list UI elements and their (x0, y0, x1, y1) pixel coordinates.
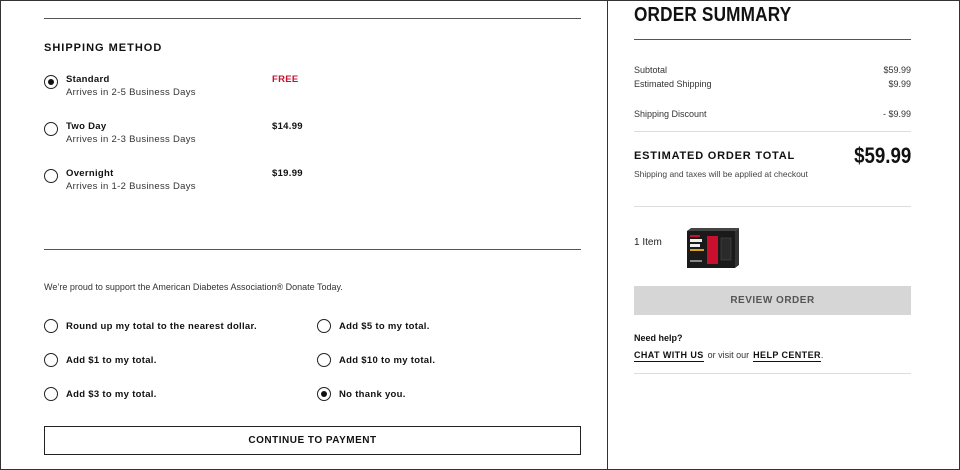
shipping-option-overnight[interactable]: Overnight Arrives in 1-2 Business Days $… (44, 168, 314, 198)
order-total-value: $59.99 (853, 143, 911, 168)
shipping-option-eta: Arrives in 2-5 Business Days (66, 87, 196, 98)
divider (634, 373, 911, 374)
divider (44, 18, 581, 19)
shipping-option-standard[interactable]: Standard Arrives in 2-5 Business Days FR… (44, 74, 314, 104)
shipping-option-name: Two Day (66, 121, 107, 132)
donation-option-label: Add $1 to my total. (66, 355, 157, 366)
order-total-note: Shipping and taxes will be applied at ch… (634, 169, 808, 179)
divider (44, 249, 581, 250)
shipping-method-title: SHIPPING METHOD (44, 42, 163, 54)
review-order-button[interactable]: REVIEW ORDER (634, 286, 911, 315)
checkout-main: SHIPPING METHOD Standard Arrives in 2-5 … (0, 0, 608, 470)
subtotal-value: $59.99 (883, 65, 911, 75)
help-trail-text: . (820, 350, 824, 360)
shipping-option-two-day[interactable]: Two Day Arrives in 2-3 Business Days $14… (44, 121, 314, 151)
shipping-option-eta: Arrives in 2-3 Business Days (66, 134, 196, 145)
order-total-label: ESTIMATED ORDER TOTAL (634, 150, 796, 162)
donation-option-label: Add $5 to my total. (339, 321, 430, 332)
radio-icon[interactable] (44, 353, 58, 367)
radio-icon[interactable] (44, 169, 58, 183)
donation-message: We’re proud to support the American Diab… (44, 282, 343, 292)
shipping-value: $9.99 (888, 79, 911, 89)
donation-option-label: No thank you. (339, 389, 406, 400)
discount-value: - $9.99 (882, 109, 911, 119)
radio-icon[interactable] (44, 75, 58, 89)
radio-icon[interactable] (317, 353, 331, 367)
donation-option-label: Add $3 to my total. (66, 389, 157, 400)
chat-with-us-link[interactable]: CHAT WITH US (634, 350, 704, 362)
radio-icon[interactable] (44, 319, 58, 333)
order-summary-panel: ORDER SUMMARY Subtotal $59.99 Estimated … (609, 0, 960, 470)
order-summary-title: ORDER SUMMARY (634, 4, 792, 26)
divider (634, 206, 911, 207)
shipping-option-eta: Arrives in 1-2 Business Days (66, 181, 196, 192)
divider (634, 131, 911, 132)
product-box-image (687, 228, 739, 268)
item-count: 1 Item (634, 237, 662, 248)
radio-icon[interactable] (317, 387, 331, 401)
shipping-option-price: $19.99 (272, 168, 303, 179)
donation-option-label: Add $10 to my total. (339, 355, 436, 366)
continue-to-payment-button[interactable]: CONTINUE TO PAYMENT (44, 426, 581, 455)
shipping-option-price: FREE (272, 74, 299, 85)
radio-icon[interactable] (44, 122, 58, 136)
divider (634, 39, 911, 40)
radio-icon[interactable] (44, 387, 58, 401)
shipping-option-price: $14.99 (272, 121, 303, 132)
shipping-label: Estimated Shipping (634, 79, 712, 89)
radio-icon[interactable] (317, 319, 331, 333)
help-mid-text: or visit our (707, 350, 750, 360)
discount-label: Shipping Discount (634, 109, 707, 119)
donation-option-label: Round up my total to the nearest dollar. (66, 321, 257, 332)
shipping-option-name: Overnight (66, 168, 114, 179)
help-title: Need help? (634, 333, 683, 343)
subtotal-label: Subtotal (634, 65, 668, 75)
shipping-option-name: Standard (66, 74, 110, 85)
help-center-link[interactable]: HELP CENTER (753, 350, 821, 362)
help-links: CHAT WITH US or visit our HELP CENTER. (634, 350, 824, 362)
